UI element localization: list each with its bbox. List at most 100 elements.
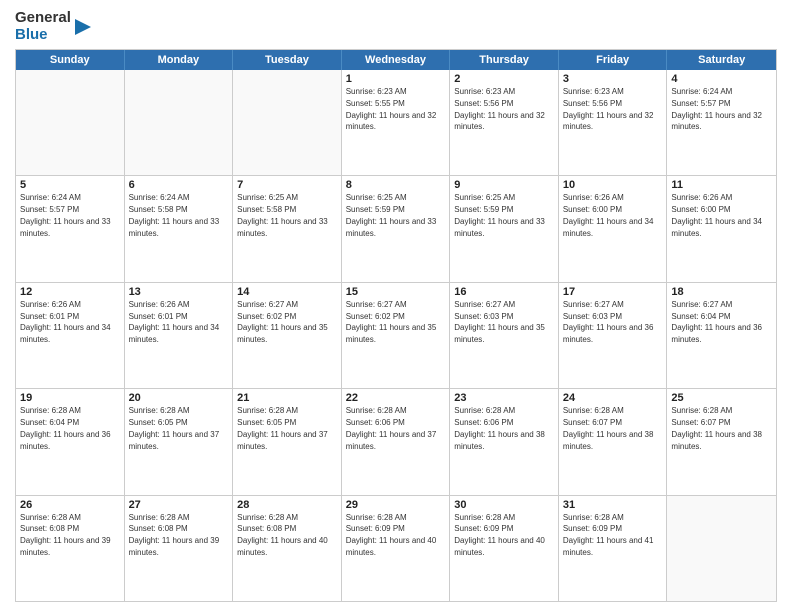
cell-info: Sunrise: 6:28 AMSunset: 6:09 PMDaylight:… <box>454 513 545 557</box>
cell-info: Sunrise: 6:28 AMSunset: 6:08 PMDaylight:… <box>129 513 220 557</box>
calendar-cell: 6 Sunrise: 6:24 AMSunset: 5:58 PMDayligh… <box>125 176 234 281</box>
calendar-cell: 11 Sunrise: 6:26 AMSunset: 6:00 PMDaylig… <box>667 176 776 281</box>
calendar-cell: 31 Sunrise: 6:28 AMSunset: 6:09 PMDaylig… <box>559 496 668 601</box>
calendar-cell: 16 Sunrise: 6:27 AMSunset: 6:03 PMDaylig… <box>450 283 559 388</box>
calendar-cell: 14 Sunrise: 6:27 AMSunset: 6:02 PMDaylig… <box>233 283 342 388</box>
cell-info: Sunrise: 6:26 AMSunset: 6:01 PMDaylight:… <box>20 300 111 344</box>
day-number: 6 <box>129 179 229 191</box>
cell-info: Sunrise: 6:26 AMSunset: 6:01 PMDaylight:… <box>129 300 220 344</box>
day-number: 23 <box>454 392 554 404</box>
calendar-cell: 21 Sunrise: 6:28 AMSunset: 6:05 PMDaylig… <box>233 389 342 494</box>
cell-info: Sunrise: 6:24 AMSunset: 5:57 PMDaylight:… <box>20 193 111 237</box>
calendar-cell: 17 Sunrise: 6:27 AMSunset: 6:03 PMDaylig… <box>559 283 668 388</box>
header-tuesday: Tuesday <box>233 50 342 70</box>
cell-info: Sunrise: 6:28 AMSunset: 6:04 PMDaylight:… <box>20 406 111 450</box>
cell-info: Sunrise: 6:25 AMSunset: 5:59 PMDaylight:… <box>454 193 545 237</box>
calendar-cell: 15 Sunrise: 6:27 AMSunset: 6:02 PMDaylig… <box>342 283 451 388</box>
day-number: 14 <box>237 286 337 298</box>
calendar-cell: 3 Sunrise: 6:23 AMSunset: 5:56 PMDayligh… <box>559 70 668 175</box>
day-number: 2 <box>454 73 554 85</box>
logo-triangle-icon <box>73 13 91 41</box>
calendar-cell: 4 Sunrise: 6:24 AMSunset: 5:57 PMDayligh… <box>667 70 776 175</box>
cell-info: Sunrise: 6:27 AMSunset: 6:03 PMDaylight:… <box>454 300 545 344</box>
day-number: 16 <box>454 286 554 298</box>
calendar-cell: 1 Sunrise: 6:23 AMSunset: 5:55 PMDayligh… <box>342 70 451 175</box>
calendar-cell: 26 Sunrise: 6:28 AMSunset: 6:08 PMDaylig… <box>16 496 125 601</box>
day-number: 26 <box>20 499 120 511</box>
week-row-5: 26 Sunrise: 6:28 AMSunset: 6:08 PMDaylig… <box>16 496 776 601</box>
day-number: 25 <box>671 392 772 404</box>
cell-info: Sunrise: 6:25 AMSunset: 5:59 PMDaylight:… <box>346 193 437 237</box>
calendar-cell: 29 Sunrise: 6:28 AMSunset: 6:09 PMDaylig… <box>342 496 451 601</box>
day-number: 17 <box>563 286 663 298</box>
calendar-cell: 12 Sunrise: 6:26 AMSunset: 6:01 PMDaylig… <box>16 283 125 388</box>
day-number: 18 <box>671 286 772 298</box>
day-number: 24 <box>563 392 663 404</box>
day-number: 13 <box>129 286 229 298</box>
day-number: 21 <box>237 392 337 404</box>
calendar-cell: 19 Sunrise: 6:28 AMSunset: 6:04 PMDaylig… <box>16 389 125 494</box>
cell-info: Sunrise: 6:23 AMSunset: 5:56 PMDaylight:… <box>454 87 545 131</box>
calendar-cell: 20 Sunrise: 6:28 AMSunset: 6:05 PMDaylig… <box>125 389 234 494</box>
calendar-cell: 13 Sunrise: 6:26 AMSunset: 6:01 PMDaylig… <box>125 283 234 388</box>
calendar-cell: 8 Sunrise: 6:25 AMSunset: 5:59 PMDayligh… <box>342 176 451 281</box>
cell-info: Sunrise: 6:24 AMSunset: 5:58 PMDaylight:… <box>129 193 220 237</box>
page: General Blue SundayMondayTuesdayWednesda… <box>0 0 792 612</box>
cell-info: Sunrise: 6:27 AMSunset: 6:03 PMDaylight:… <box>563 300 654 344</box>
calendar-cell <box>233 70 342 175</box>
week-row-2: 5 Sunrise: 6:24 AMSunset: 5:57 PMDayligh… <box>16 176 776 282</box>
calendar-cell: 5 Sunrise: 6:24 AMSunset: 5:57 PMDayligh… <box>16 176 125 281</box>
cell-info: Sunrise: 6:28 AMSunset: 6:07 PMDaylight:… <box>563 406 654 450</box>
day-number: 22 <box>346 392 446 404</box>
day-number: 19 <box>20 392 120 404</box>
calendar-cell: 10 Sunrise: 6:26 AMSunset: 6:00 PMDaylig… <box>559 176 668 281</box>
calendar-cell: 9 Sunrise: 6:25 AMSunset: 5:59 PMDayligh… <box>450 176 559 281</box>
day-number: 3 <box>563 73 663 85</box>
week-row-4: 19 Sunrise: 6:28 AMSunset: 6:04 PMDaylig… <box>16 389 776 495</box>
day-number: 27 <box>129 499 229 511</box>
day-number: 11 <box>671 179 772 191</box>
day-number: 15 <box>346 286 446 298</box>
cell-info: Sunrise: 6:26 AMSunset: 6:00 PMDaylight:… <box>671 193 762 237</box>
cell-info: Sunrise: 6:28 AMSunset: 6:08 PMDaylight:… <box>237 513 328 557</box>
week-row-1: 1 Sunrise: 6:23 AMSunset: 5:55 PMDayligh… <box>16 70 776 176</box>
cell-info: Sunrise: 6:28 AMSunset: 6:07 PMDaylight:… <box>671 406 762 450</box>
header-saturday: Saturday <box>667 50 776 70</box>
cell-info: Sunrise: 6:28 AMSunset: 6:05 PMDaylight:… <box>237 406 328 450</box>
header-wednesday: Wednesday <box>342 50 451 70</box>
calendar-cell: 30 Sunrise: 6:28 AMSunset: 6:09 PMDaylig… <box>450 496 559 601</box>
calendar-header: SundayMondayTuesdayWednesdayThursdayFrid… <box>16 50 776 70</box>
cell-info: Sunrise: 6:28 AMSunset: 6:09 PMDaylight:… <box>563 513 654 557</box>
day-number: 9 <box>454 179 554 191</box>
day-number: 4 <box>671 73 772 85</box>
calendar-cell: 27 Sunrise: 6:28 AMSunset: 6:08 PMDaylig… <box>125 496 234 601</box>
cell-info: Sunrise: 6:26 AMSunset: 6:00 PMDaylight:… <box>563 193 654 237</box>
header-friday: Friday <box>559 50 668 70</box>
header-monday: Monday <box>125 50 234 70</box>
calendar-cell: 22 Sunrise: 6:28 AMSunset: 6:06 PMDaylig… <box>342 389 451 494</box>
calendar-cell: 25 Sunrise: 6:28 AMSunset: 6:07 PMDaylig… <box>667 389 776 494</box>
calendar: SundayMondayTuesdayWednesdayThursdayFrid… <box>15 49 777 602</box>
day-number: 1 <box>346 73 446 85</box>
cell-info: Sunrise: 6:28 AMSunset: 6:06 PMDaylight:… <box>454 406 545 450</box>
calendar-cell: 7 Sunrise: 6:25 AMSunset: 5:58 PMDayligh… <box>233 176 342 281</box>
day-number: 20 <box>129 392 229 404</box>
calendar-cell <box>667 496 776 601</box>
cell-info: Sunrise: 6:27 AMSunset: 6:02 PMDaylight:… <box>237 300 328 344</box>
cell-info: Sunrise: 6:28 AMSunset: 6:08 PMDaylight:… <box>20 513 111 557</box>
cell-info: Sunrise: 6:27 AMSunset: 6:04 PMDaylight:… <box>671 300 762 344</box>
logo: General Blue <box>15 10 91 43</box>
day-number: 10 <box>563 179 663 191</box>
cell-info: Sunrise: 6:24 AMSunset: 5:57 PMDaylight:… <box>671 87 762 131</box>
cell-info: Sunrise: 6:27 AMSunset: 6:02 PMDaylight:… <box>346 300 437 344</box>
cell-info: Sunrise: 6:23 AMSunset: 5:56 PMDaylight:… <box>563 87 654 131</box>
cell-info: Sunrise: 6:28 AMSunset: 6:05 PMDaylight:… <box>129 406 220 450</box>
calendar-cell: 18 Sunrise: 6:27 AMSunset: 6:04 PMDaylig… <box>667 283 776 388</box>
header-sunday: Sunday <box>16 50 125 70</box>
calendar-cell: 24 Sunrise: 6:28 AMSunset: 6:07 PMDaylig… <box>559 389 668 494</box>
calendar-cell <box>16 70 125 175</box>
day-number: 12 <box>20 286 120 298</box>
calendar-cell: 23 Sunrise: 6:28 AMSunset: 6:06 PMDaylig… <box>450 389 559 494</box>
day-number: 5 <box>20 179 120 191</box>
day-number: 28 <box>237 499 337 511</box>
